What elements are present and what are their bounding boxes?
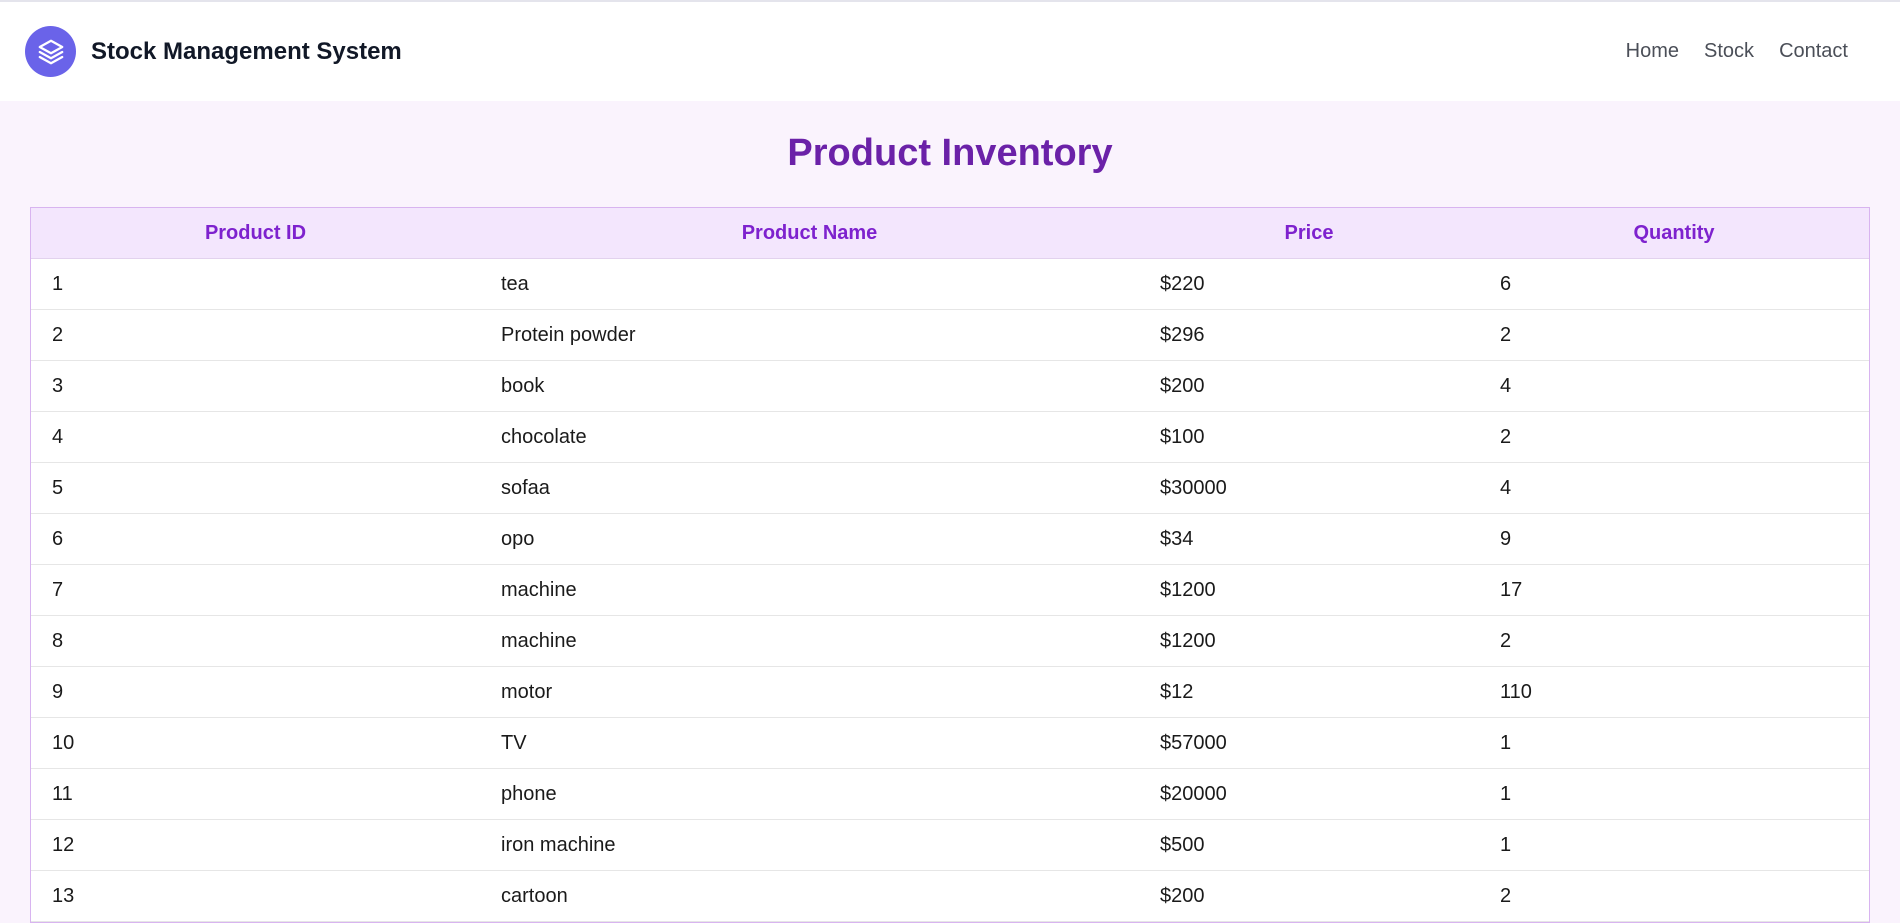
- cell-product-name: iron machine: [480, 819, 1139, 871]
- navbar: Stock Management System Home Stock Conta…: [0, 2, 1900, 101]
- cell-product-id: 10: [31, 717, 480, 769]
- cell-quantity: 9: [1479, 513, 1869, 565]
- header-product-id: Product ID: [31, 208, 480, 259]
- cell-price: $100: [1139, 411, 1479, 463]
- cell-product-id: 13: [31, 870, 480, 922]
- table-row: 3 book $200 4: [31, 360, 1869, 412]
- cell-product-name: TV: [480, 717, 1139, 769]
- table-row: 12 iron machine $500 1: [31, 819, 1869, 871]
- table-row: 8 machine $1200 2: [31, 615, 1869, 667]
- cell-quantity: 110: [1479, 666, 1869, 718]
- cell-quantity: 1: [1479, 819, 1869, 871]
- cell-product-id: 3: [31, 360, 480, 412]
- cell-product-name: tea: [480, 258, 1139, 310]
- cell-product-name: motor: [480, 666, 1139, 718]
- cell-product-id: 11: [31, 768, 480, 820]
- header-quantity: Quantity: [1479, 208, 1869, 259]
- table-row: 10 TV $57000 1: [31, 717, 1869, 769]
- cell-product-name: Protein powder: [480, 309, 1139, 361]
- cell-product-name: opo: [480, 513, 1139, 565]
- table-row: 5 sofaa $30000 4: [31, 462, 1869, 514]
- nav-link-stock[interactable]: Stock: [1704, 40, 1754, 63]
- cell-product-name: machine: [480, 615, 1139, 667]
- cell-quantity: 2: [1479, 870, 1869, 922]
- table-row: 7 machine $1200 17: [31, 564, 1869, 616]
- cell-price: $296: [1139, 309, 1479, 361]
- cell-quantity: 2: [1479, 615, 1869, 667]
- header-price: Price: [1139, 208, 1479, 259]
- table-row: 13 cartoon $200 2: [31, 870, 1869, 922]
- cell-price: $1200: [1139, 615, 1479, 667]
- cell-price: $500: [1139, 819, 1479, 871]
- cell-quantity: 2: [1479, 309, 1869, 361]
- cell-product-name: cartoon: [480, 870, 1139, 922]
- cell-product-id: 9: [31, 666, 480, 718]
- cell-product-id: 8: [31, 615, 480, 667]
- header-product-name: Product Name: [480, 208, 1139, 259]
- cell-price: $12: [1139, 666, 1479, 718]
- cell-quantity: 4: [1479, 462, 1869, 514]
- table-header-row: Product ID Product Name Price Quantity: [31, 208, 1869, 259]
- cell-quantity: 4: [1479, 360, 1869, 412]
- inventory-table-container: Product ID Product Name Price Quantity 1…: [30, 207, 1870, 923]
- nav-link-contact[interactable]: Contact: [1779, 40, 1848, 63]
- cell-product-id: 4: [31, 411, 480, 463]
- table-row: 6 opo $34 9: [31, 513, 1869, 565]
- cell-product-id: 5: [31, 462, 480, 514]
- cell-quantity: 2: [1479, 411, 1869, 463]
- cell-price: $30000: [1139, 462, 1479, 514]
- layers-icon: [25, 26, 76, 77]
- nav-links: Home Stock Contact: [1601, 40, 1848, 63]
- table-row: 2 Protein powder $296 2: [31, 309, 1869, 361]
- cell-price: $220: [1139, 258, 1479, 310]
- cell-quantity: 17: [1479, 564, 1869, 616]
- cell-product-id: 1: [31, 258, 480, 310]
- cell-price: $20000: [1139, 768, 1479, 820]
- cell-price: $200: [1139, 870, 1479, 922]
- cell-product-id: 12: [31, 819, 480, 871]
- table-row: 4 chocolate $100 2: [31, 411, 1869, 463]
- cell-product-name: book: [480, 360, 1139, 412]
- cell-product-name: chocolate: [480, 411, 1139, 463]
- nav-link-home[interactable]: Home: [1626, 40, 1679, 63]
- brand[interactable]: Stock Management System: [25, 26, 402, 77]
- cell-product-id: 6: [31, 513, 480, 565]
- table-row: 9 motor $12 110: [31, 666, 1869, 718]
- cell-product-id: 2: [31, 309, 480, 361]
- table-row: 11 phone $20000 1: [31, 768, 1869, 820]
- inventory-table: Product ID Product Name Price Quantity 1…: [31, 208, 1869, 922]
- cell-quantity: 1: [1479, 768, 1869, 820]
- cell-product-id: 7: [31, 564, 480, 616]
- cell-product-name: sofaa: [480, 462, 1139, 514]
- page-title: Product Inventory: [787, 132, 1113, 174]
- table-row: 1 tea $220 6: [31, 258, 1869, 310]
- cell-product-name: machine: [480, 564, 1139, 616]
- cell-price: $57000: [1139, 717, 1479, 769]
- brand-title: Stock Management System: [91, 37, 402, 65]
- table-body: 1 tea $220 6 2 Protein powder $296 2 3 book $200 4 4…: [31, 258, 1869, 922]
- cell-price: $34: [1139, 513, 1479, 565]
- cell-quantity: 6: [1479, 258, 1869, 310]
- cell-price: $200: [1139, 360, 1479, 412]
- cell-product-name: phone: [480, 768, 1139, 820]
- cell-quantity: 1: [1479, 717, 1869, 769]
- cell-price: $1200: [1139, 564, 1479, 616]
